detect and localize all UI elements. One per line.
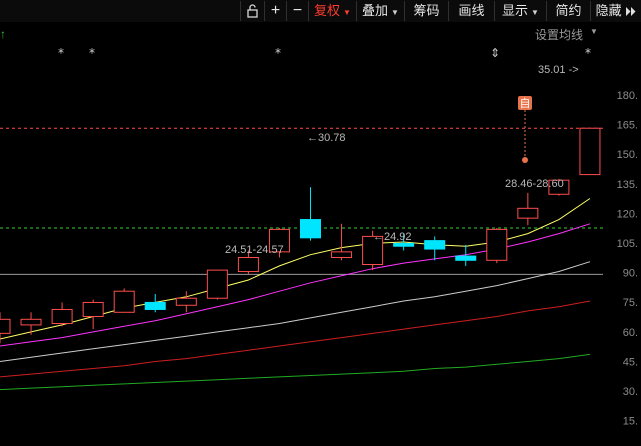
event-markers: * * * ⇕ * 自 — [58, 46, 591, 163]
y-tick-label: 180. — [617, 90, 638, 102]
reference-lines — [0, 127, 603, 275]
candle-body — [237, 256, 259, 273]
price-annotation: ←24.92 — [373, 231, 412, 243]
y-tick-label: 150. — [617, 149, 638, 161]
y-tick-label: 90. — [623, 268, 638, 280]
y-tick-label: 120. — [617, 208, 638, 220]
candle-body — [300, 219, 321, 239]
y-tick-label: 45. — [623, 356, 638, 368]
price-level-label: 35.01 -> — [538, 64, 579, 76]
candle-body — [455, 255, 477, 261]
event-marker: ⇕ — [490, 46, 500, 60]
price-annotation: 28.46-28.60 — [505, 178, 564, 190]
candle — [300, 187, 321, 241]
candle — [20, 312, 42, 335]
ma-line — [0, 353, 591, 391]
candle-body — [0, 318, 11, 334]
moving-average-lines — [0, 198, 591, 391]
candle-body — [393, 242, 415, 247]
candle-body — [206, 269, 228, 299]
candle-body — [20, 318, 42, 326]
y-tick-label: 135. — [617, 179, 638, 191]
candle-body — [579, 127, 601, 176]
candle — [486, 227, 508, 264]
ma-line — [0, 198, 591, 340]
candle-body — [113, 290, 135, 313]
event-marker: * — [585, 46, 591, 60]
candle-body — [82, 301, 104, 317]
candle-body — [331, 251, 353, 258]
self-marker: 自 — [518, 96, 532, 163]
event-marker: * — [89, 46, 95, 60]
price-axis: 180. 165. 150. 135. 120. 105. 90. 75. 60. 45. 30. 1… — [617, 90, 638, 428]
candlestick-chart[interactable]: 180. 165. 150. 135. 120. 105. 90. 75. 60. 45. 30. 1… — [0, 0, 641, 446]
price-annotation: ←30.78 — [307, 132, 346, 144]
event-marker: * — [275, 46, 281, 60]
self-marker-label: 自 — [520, 97, 531, 110]
y-tick-label: 15. — [623, 416, 638, 428]
candle-body — [175, 297, 197, 306]
candle-body — [517, 207, 539, 219]
candle — [424, 236, 446, 261]
price-annotation: 24.51-24.57 — [225, 244, 284, 256]
self-marker-dot — [522, 157, 528, 163]
y-tick-label: 75. — [623, 297, 638, 309]
candle-body — [424, 240, 446, 250]
candles — [0, 127, 601, 344]
event-marker: * — [58, 46, 64, 60]
candle — [144, 294, 166, 313]
y-tick-label: 105. — [617, 238, 638, 250]
candle-body — [51, 308, 73, 325]
y-tick-label: 30. — [623, 386, 638, 398]
candle-body — [486, 228, 508, 261]
candle — [82, 299, 104, 330]
candle — [331, 223, 353, 261]
candle — [206, 269, 228, 300]
y-tick-label: 60. — [623, 327, 638, 339]
candle — [51, 302, 73, 327]
candle — [579, 127, 601, 176]
candle-body — [144, 301, 166, 310]
y-tick-label: 165. — [617, 120, 638, 132]
candle — [113, 288, 135, 313]
candle — [175, 291, 197, 313]
candle — [517, 192, 539, 226]
